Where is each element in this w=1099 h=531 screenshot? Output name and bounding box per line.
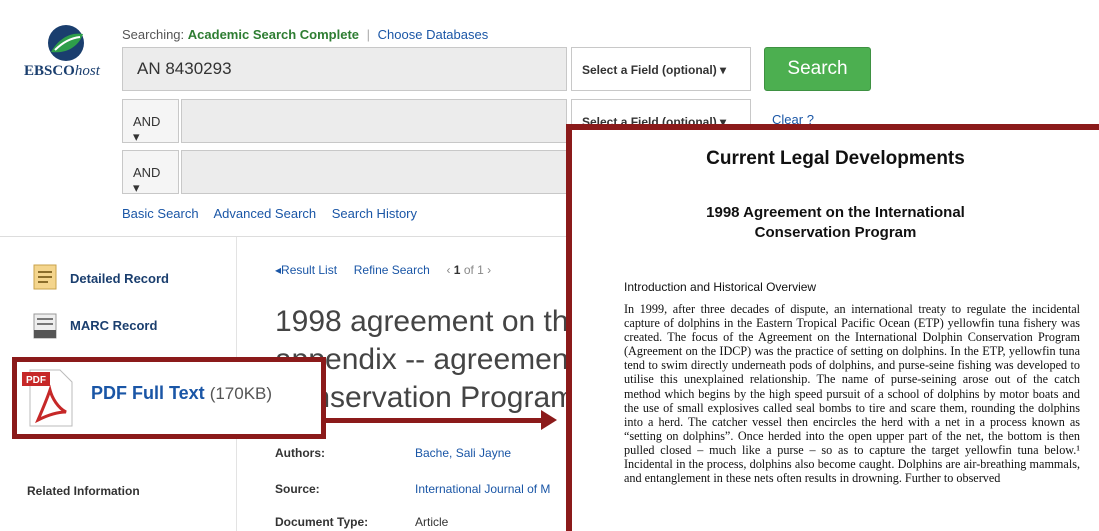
pdf-preview: Current Legal Developments 1998 Agreemen… xyxy=(566,124,1099,531)
doc-subheading: 1998 Agreement on the International Cons… xyxy=(572,203,1099,243)
svg-text:PDF: PDF xyxy=(26,375,46,386)
searching-label: Searching: xyxy=(122,27,185,42)
related-information-heading: Related Information xyxy=(27,484,140,498)
choose-databases-link[interactable]: Choose Databases xyxy=(378,27,489,42)
caret-down-icon: ▾ xyxy=(720,63,727,77)
meta-value-source[interactable]: International Journal of M xyxy=(415,482,550,496)
searching-line: Searching: Academic Search Complete | Ch… xyxy=(122,27,489,42)
result-count-current: 1 xyxy=(453,263,461,277)
arrow-head-icon xyxy=(541,410,557,430)
operator-3-label: AND xyxy=(133,165,161,180)
logo-text: EBSCO xyxy=(24,63,75,79)
logo-host-text: host xyxy=(74,63,100,79)
search-history-link[interactable]: Search History xyxy=(332,206,417,221)
operator-2-label: AND xyxy=(133,114,161,129)
basic-search-link[interactable]: Basic Search xyxy=(122,206,199,221)
database-name: Academic Search Complete xyxy=(187,27,360,42)
doc-subheading-line-1: 1998 Agreement on the International xyxy=(706,204,965,221)
caret-down-icon: ▾ xyxy=(133,180,140,195)
caret-down-icon: ▾ xyxy=(133,129,140,144)
result-list-link[interactable]: Result List xyxy=(281,263,337,277)
pdf-full-text-label: PDF Full Text xyxy=(91,383,205,403)
doc-section-heading: Introduction and Historical Overview xyxy=(624,280,817,294)
meta-label-document-type: Document Type: xyxy=(275,515,369,529)
advanced-search-link[interactable]: Advanced Search xyxy=(214,206,317,221)
sidebar-item-marc-record[interactable]: MARC Record xyxy=(70,318,157,333)
doc-heading: Current Legal Developments xyxy=(706,148,965,169)
arrow-line xyxy=(325,418,547,423)
ebsco-logo[interactable]: EBSCOhost xyxy=(24,63,100,80)
meta-value-authors[interactable]: Bache, Sali Jayne xyxy=(415,446,511,460)
field-select-1-label: Select a Field (optional) xyxy=(582,63,717,77)
search-input[interactable]: AN 8430293 xyxy=(122,47,567,91)
document-icon xyxy=(33,264,57,290)
operator-select-3[interactable]: AND ▾ xyxy=(122,150,179,195)
pdf-full-text-link[interactable]: PDF Full Text (170KB) xyxy=(91,383,272,404)
meta-label-authors: Authors: xyxy=(275,446,325,460)
search-button[interactable]: Search xyxy=(764,47,871,91)
search-input-2[interactable] xyxy=(181,99,567,143)
marc-icon xyxy=(33,313,57,339)
meta-label-source: Source: xyxy=(275,482,320,496)
result-count-total: of 1 xyxy=(463,263,484,277)
meta-value-document-type: Article xyxy=(415,515,449,529)
pdf-size: (170KB) xyxy=(209,384,273,403)
result-nav: ◂Result List Refine Search ‹ 1 of 1 › xyxy=(275,263,491,277)
sidebar-item-detailed-record[interactable]: Detailed Record xyxy=(70,271,169,286)
doc-subheading-line-2: Conservation Program xyxy=(754,224,917,241)
result-title-line: 1998 agreement on th xyxy=(275,305,569,338)
refine-search-link[interactable]: Refine Search xyxy=(354,263,430,277)
search-input-3[interactable] xyxy=(181,150,567,194)
pdf-icon[interactable]: PDF xyxy=(20,366,76,430)
operator-select-2[interactable]: AND ▾ xyxy=(122,99,179,144)
field-select-1[interactable]: Select a Field (optional) ▾ xyxy=(571,47,751,91)
doc-body-text: In 1999, after three decades of dispute,… xyxy=(624,302,1080,486)
result-count: ‹ 1 of 1 › xyxy=(446,263,492,277)
ebsco-logo-icon xyxy=(48,25,84,61)
search-links: Basic Search Advanced Search Search Hist… xyxy=(122,206,429,221)
